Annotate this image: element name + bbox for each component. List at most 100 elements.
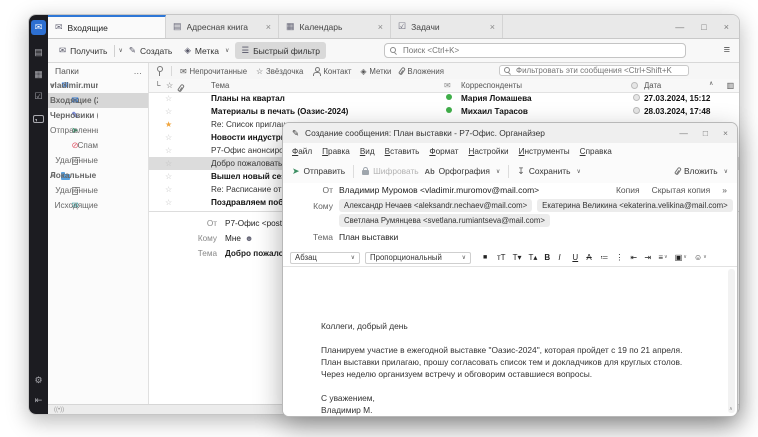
scroll-up-icon[interactable]: ∧ (729, 406, 733, 412)
compose-menu-item[interactable]: Справка (580, 147, 612, 156)
paragraph-format-select[interactable]: Абзац ∨ (290, 251, 360, 264)
app-menu-icon[interactable]: ≡ (724, 44, 730, 56)
unread-dot[interactable] (446, 94, 452, 100)
underline-icon[interactable]: U (572, 253, 579, 262)
folder-drafts[interactable]: ✎Черновики (1) (48, 108, 148, 123)
star-icon[interactable]: ☆ (165, 133, 172, 143)
get-mail-button[interactable]: ✉ Получить (53, 42, 113, 59)
font-select[interactable]: Пропорциональный ∨ (365, 251, 471, 264)
compose-menu-item[interactable]: Вставить (385, 147, 420, 156)
font-size-up-icon[interactable]: T▴ (528, 253, 537, 262)
minimize-icon[interactable]: — (675, 22, 684, 32)
tab-4[interactable]: ☑ Задачи × (391, 15, 503, 38)
quick-filter-toggle[interactable]: ☰ Быстрый фильтр (235, 42, 326, 59)
star-icon[interactable]: ☆ (165, 198, 172, 208)
tasks-space-button[interactable]: ☑ (31, 89, 46, 104)
star-icon[interactable]: ☆ (165, 185, 172, 195)
clear-formatting-icon[interactable]: A (586, 253, 593, 262)
subject-column-header[interactable]: Тема (211, 81, 229, 90)
folder-inbox[interactable]: ✉Входящие (27) (48, 93, 148, 108)
star-icon[interactable]: ☆ (165, 172, 172, 182)
pin-icon[interactable] (155, 66, 163, 76)
recipient-pill[interactable]: Александр Нечаев <aleksandr.nechaev@mail… (339, 199, 533, 212)
compose-menu-item[interactable]: Инструменты (519, 147, 570, 156)
compose-menu-item[interactable]: Формат (429, 147, 458, 156)
filter-unread-button[interactable]: ✉ Непрочитанные (180, 67, 247, 76)
tab-close-icon[interactable]: × (378, 22, 383, 32)
numbered-list-icon[interactable]: ⋮ (615, 253, 623, 262)
global-search[interactable] (384, 43, 686, 58)
cc-button[interactable]: Копия (616, 185, 640, 195)
recipient-pill[interactable]: Екатерина Великина <ekaterina.velikina@m… (537, 199, 733, 212)
save-button[interactable]: ↧ Сохранить ∨ (517, 166, 581, 177)
attach-button[interactable]: Вложить ∨ (674, 166, 728, 176)
filter-search-input[interactable] (514, 65, 675, 76)
filter-attachments-button[interactable]: Вложения (398, 67, 444, 76)
star-icon[interactable]: ☆ (165, 159, 172, 169)
filter-tags-button[interactable]: ◈ Метки (360, 67, 391, 76)
folder-options-button[interactable]: … (134, 66, 143, 76)
close-icon[interactable]: × (723, 128, 728, 138)
tab-close-icon[interactable]: × (490, 22, 495, 32)
compose-button[interactable]: ✎ Создать (123, 42, 178, 59)
from-value[interactable]: Владимир Муромов <vladimir.muromov@mail.… (339, 185, 539, 195)
maximize-icon[interactable]: □ (701, 22, 706, 32)
date-column-header[interactable]: Дата (644, 81, 661, 90)
compose-menu-item[interactable]: Вид (360, 147, 375, 156)
folder-outbox[interactable]: ✉ Исходящие (48, 198, 148, 213)
spelling-button[interactable]: Ab Орфография ∨ (425, 166, 501, 176)
sort-ascending-icon[interactable]: ∧ (709, 81, 713, 88)
tab-2[interactable]: ▤ Адресная книга × (166, 15, 279, 38)
tab-close-icon[interactable]: × (266, 22, 271, 32)
scrollbar[interactable]: ∧ (728, 269, 735, 413)
more-recipients-icon[interactable]: » (722, 185, 727, 195)
italic-icon[interactable]: I (558, 253, 565, 262)
global-search-input[interactable] (401, 45, 656, 56)
star-icon[interactable]: ☆ (165, 94, 172, 104)
filter-starred-button[interactable]: ☆ Звёздочка (256, 67, 303, 76)
junk-icon[interactable] (633, 94, 640, 101)
text-color-icon[interactable]: ■ (483, 254, 490, 261)
filter-search[interactable] (499, 65, 689, 76)
mail-space-button[interactable]: ✉ (31, 20, 46, 35)
bullet-list-icon[interactable]: ≔ (600, 253, 608, 262)
column-picker-icon[interactable]: ▥ (727, 81, 734, 90)
junk-column-icon[interactable] (631, 82, 638, 91)
address-book-space-button[interactable]: ▤ (31, 45, 46, 60)
star-icon[interactable]: ★ (165, 120, 172, 130)
message-row[interactable]: ☆ Планы на квартал Мария Ломашева 27.03.202… (149, 92, 739, 105)
folder-spam[interactable]: ⊘ Спам (48, 138, 148, 153)
folder-trash[interactable]: Удалённые (48, 153, 148, 168)
minimize-icon[interactable]: — (679, 128, 688, 138)
thread-column-icon[interactable]: └ (155, 81, 161, 90)
unread-dot[interactable] (446, 107, 452, 113)
insert-icon[interactable]: ▣ ∨ (675, 253, 687, 262)
font-size-down-icon[interactable]: T▾ (513, 253, 522, 262)
compose-menu-item[interactable]: Файл (292, 147, 312, 156)
chat-space-button[interactable] (31, 111, 46, 126)
maximize-icon[interactable]: □ (703, 128, 708, 138)
recipient-pill[interactable]: Светлана Румянцева <svetlana.rumiantseva… (339, 214, 550, 227)
outdent-icon[interactable]: ⇤ (630, 253, 637, 262)
bold-icon[interactable]: B (544, 253, 551, 262)
junk-icon[interactable] (633, 107, 640, 114)
compose-menu-item[interactable]: Настройки (468, 147, 508, 156)
tab-1[interactable]: ✉ Входящие (48, 15, 166, 38)
star-icon[interactable]: ☆ (165, 146, 172, 156)
align-icon[interactable]: ≡ ∨ (658, 253, 667, 262)
compose-body-editor[interactable]: Коллеги, добрый день Планируем участие в … (283, 268, 728, 416)
folder-account[interactable]: ∨✉vladimir.muro...mail.com (48, 78, 148, 93)
folder-local[interactable]: ∨Локальные папки (48, 168, 148, 183)
send-button[interactable]: ➤ Отправить (292, 166, 345, 177)
compose-title-bar[interactable]: ✎ Создание сообщения: План выставки - Р7… (283, 123, 737, 143)
calendar-space-button[interactable]: ▦ (31, 67, 46, 82)
filter-contact-button[interactable]: Контакт (312, 67, 351, 76)
folder-sent[interactable]: ➤Отправленные (48, 123, 148, 138)
font-style-icon[interactable]: тТ (497, 253, 506, 262)
smiley-icon[interactable]: ☺ ∨ (694, 253, 707, 262)
bcc-button[interactable]: Скрытая копия (652, 185, 711, 195)
indent-icon[interactable]: ⇥ (644, 253, 651, 262)
encrypt-button[interactable]: Шифровать (362, 166, 419, 176)
unread-column-icon[interactable]: ✉ (444, 81, 451, 90)
settings-button[interactable]: ⚙ (31, 373, 46, 388)
